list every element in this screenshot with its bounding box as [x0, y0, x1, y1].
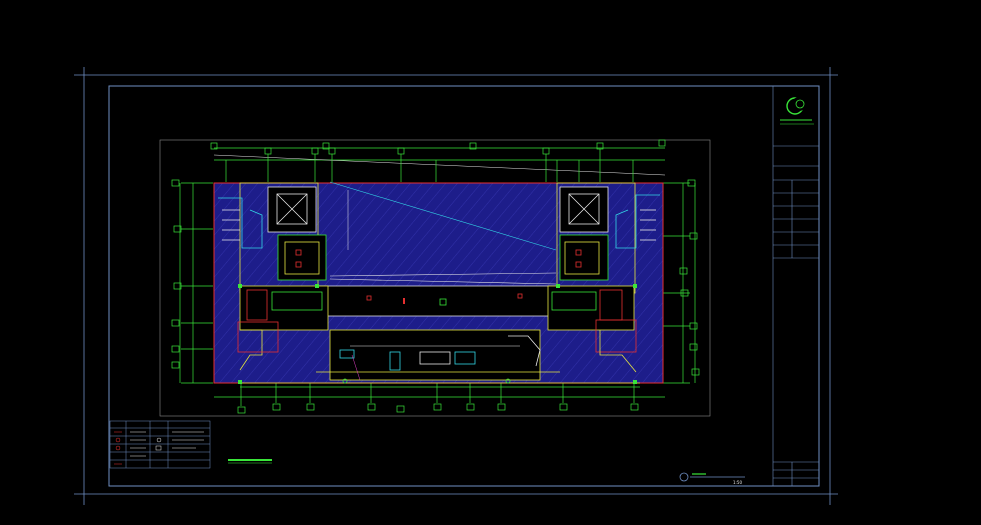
crescent-logo-icon: [780, 97, 814, 125]
bottom-dimension-chain: [214, 383, 665, 414]
title-block: [772, 86, 819, 486]
right-dimension-chain: [662, 179, 700, 384]
top-dimension-chain: [210, 139, 666, 182]
drawing-title-marker: 1:50: [679, 472, 745, 485]
scale-label: 1:50: [733, 480, 742, 485]
plan-caption: [228, 459, 272, 464]
left-dimension-chain: [171, 179, 213, 384]
cad-drawing-canvas[interactable]: 1:50: [0, 0, 981, 525]
legend-table: [109, 420, 211, 469]
